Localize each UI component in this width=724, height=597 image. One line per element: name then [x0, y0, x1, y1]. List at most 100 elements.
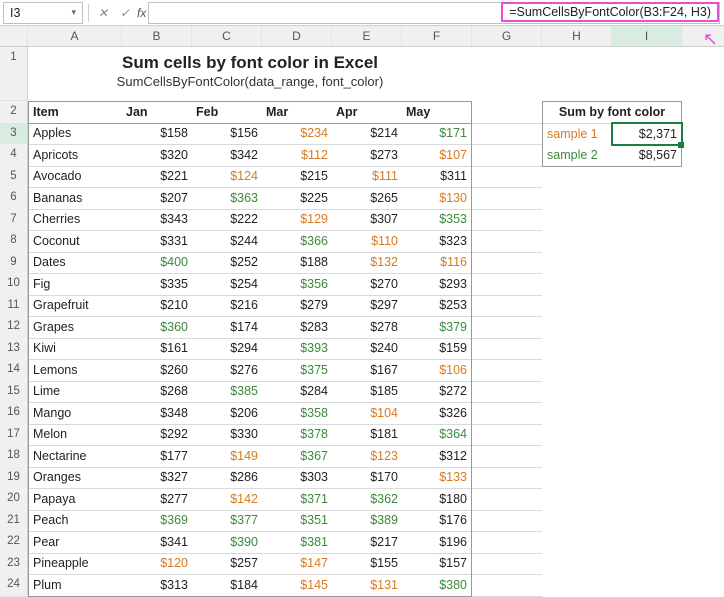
- cell-value[interactable]: $379: [402, 316, 472, 339]
- cell-value[interactable]: $311: [402, 166, 472, 189]
- cell-item[interactable]: Peach: [28, 510, 122, 533]
- cell-value[interactable]: $330: [192, 424, 262, 447]
- cell-empty[interactable]: [542, 402, 612, 425]
- cell-value[interactable]: $362: [332, 488, 402, 511]
- cell-empty[interactable]: [542, 467, 612, 490]
- cell-empty[interactable]: [472, 273, 542, 296]
- cell-value[interactable]: $147: [262, 553, 332, 576]
- cell-value[interactable]: $254: [192, 273, 262, 296]
- cell-item[interactable]: Kiwi: [28, 338, 122, 361]
- cell-empty[interactable]: [472, 531, 542, 554]
- cell-value[interactable]: $360: [122, 316, 192, 339]
- cell-empty[interactable]: [472, 230, 542, 253]
- cell-item[interactable]: Cherries: [28, 209, 122, 232]
- cell-value[interactable]: $265: [332, 187, 402, 210]
- cell-value[interactable]: $207: [122, 187, 192, 210]
- cell-value[interactable]: $323: [402, 230, 472, 253]
- cell-empty[interactable]: [612, 467, 682, 490]
- cell-empty[interactable]: [612, 273, 682, 296]
- cell-empty[interactable]: [542, 359, 612, 382]
- cell-value[interactable]: $353: [402, 209, 472, 232]
- cell-value[interactable]: $351: [262, 510, 332, 533]
- cell-item[interactable]: Plum: [28, 574, 122, 597]
- cell-empty[interactable]: [612, 381, 682, 404]
- cell-item[interactable]: Apples: [28, 123, 122, 146]
- cell-value[interactable]: $327: [122, 467, 192, 490]
- cell-value[interactable]: $120: [122, 553, 192, 576]
- header-month[interactable]: May: [402, 101, 472, 124]
- cell-value[interactable]: $369: [122, 510, 192, 533]
- formula-input[interactable]: =SumCellsByFontColor(B3:F24, H3): [148, 2, 720, 24]
- cell-value[interactable]: $389: [332, 510, 402, 533]
- cell-value[interactable]: $348: [122, 402, 192, 425]
- cell-empty[interactable]: [472, 295, 542, 318]
- cell-item[interactable]: Avocado: [28, 166, 122, 189]
- cell-empty[interactable]: [542, 295, 612, 318]
- cell-empty[interactable]: [612, 531, 682, 554]
- cell-value[interactable]: $253: [402, 295, 472, 318]
- cell-value[interactable]: $155: [332, 553, 402, 576]
- cell-value[interactable]: $110: [332, 230, 402, 253]
- cell-value[interactable]: $393: [262, 338, 332, 361]
- cell-value[interactable]: $158: [122, 123, 192, 146]
- cell-empty[interactable]: [612, 166, 682, 189]
- sum-header[interactable]: Sum by font color: [542, 101, 682, 124]
- cell-empty[interactable]: [542, 209, 612, 232]
- cell-value[interactable]: $181: [332, 424, 402, 447]
- cell-value[interactable]: $176: [402, 510, 472, 533]
- cell-value[interactable]: $225: [262, 187, 332, 210]
- cell-value[interactable]: $217: [332, 531, 402, 554]
- cell-empty[interactable]: [612, 424, 682, 447]
- header-month[interactable]: Mar: [262, 101, 332, 124]
- row-header-10[interactable]: 10: [0, 273, 28, 296]
- row-header-12[interactable]: 12: [0, 316, 28, 339]
- cell-value[interactable]: $363: [192, 187, 262, 210]
- cell-item[interactable]: Oranges: [28, 467, 122, 490]
- cell-value[interactable]: $326: [402, 402, 472, 425]
- cell-item[interactable]: Mango: [28, 402, 122, 425]
- cell-value[interactable]: $283: [262, 316, 332, 339]
- fx-icon[interactable]: fx: [137, 6, 146, 20]
- cell-empty[interactable]: [472, 123, 542, 146]
- cell-value[interactable]: $167: [332, 359, 402, 382]
- cell-value[interactable]: $161: [122, 338, 192, 361]
- cell-empty[interactable]: [612, 445, 682, 468]
- cell-value[interactable]: $356: [262, 273, 332, 296]
- cell-value[interactable]: $234: [262, 123, 332, 146]
- cell-empty[interactable]: [542, 166, 612, 189]
- name-box[interactable]: I3 ▾: [3, 2, 83, 24]
- col-header-G[interactable]: G: [472, 26, 542, 46]
- cell-empty[interactable]: [612, 402, 682, 425]
- cell-item[interactable]: Grapes: [28, 316, 122, 339]
- cell-empty[interactable]: [542, 230, 612, 253]
- cell-value[interactable]: $293: [402, 273, 472, 296]
- cell-value[interactable]: $107: [402, 144, 472, 167]
- cell-value[interactable]: $240: [332, 338, 402, 361]
- row-header-19[interactable]: 19: [0, 467, 28, 490]
- cell-value[interactable]: $112: [262, 144, 332, 167]
- cell-item[interactable]: Pear: [28, 531, 122, 554]
- cell-value[interactable]: $206: [192, 402, 262, 425]
- cell-empty[interactable]: [472, 574, 542, 597]
- cell-item[interactable]: Papaya: [28, 488, 122, 511]
- row-header-11[interactable]: 11: [0, 295, 28, 318]
- cell-empty[interactable]: [612, 510, 682, 533]
- cell-value[interactable]: $380: [402, 574, 472, 597]
- cell-value[interactable]: $145: [262, 574, 332, 597]
- cell-value[interactable]: $215: [262, 166, 332, 189]
- cell-value[interactable]: $390: [192, 531, 262, 554]
- cell-empty[interactable]: [542, 510, 612, 533]
- sample-label-2[interactable]: sample 2: [542, 144, 612, 167]
- row-header-1[interactable]: 1: [0, 47, 28, 101]
- row-header-13[interactable]: 13: [0, 338, 28, 361]
- cell-value[interactable]: $210: [122, 295, 192, 318]
- cell-empty[interactable]: [612, 295, 682, 318]
- row-header-15[interactable]: 15: [0, 381, 28, 404]
- cell-empty[interactable]: [542, 574, 612, 597]
- cell-value[interactable]: $149: [192, 445, 262, 468]
- cell-empty[interactable]: [612, 359, 682, 382]
- cell-empty[interactable]: [472, 553, 542, 576]
- sum-result-1[interactable]: $2,371: [612, 123, 682, 146]
- cell-empty[interactable]: [472, 402, 542, 425]
- cell-empty[interactable]: [472, 101, 542, 124]
